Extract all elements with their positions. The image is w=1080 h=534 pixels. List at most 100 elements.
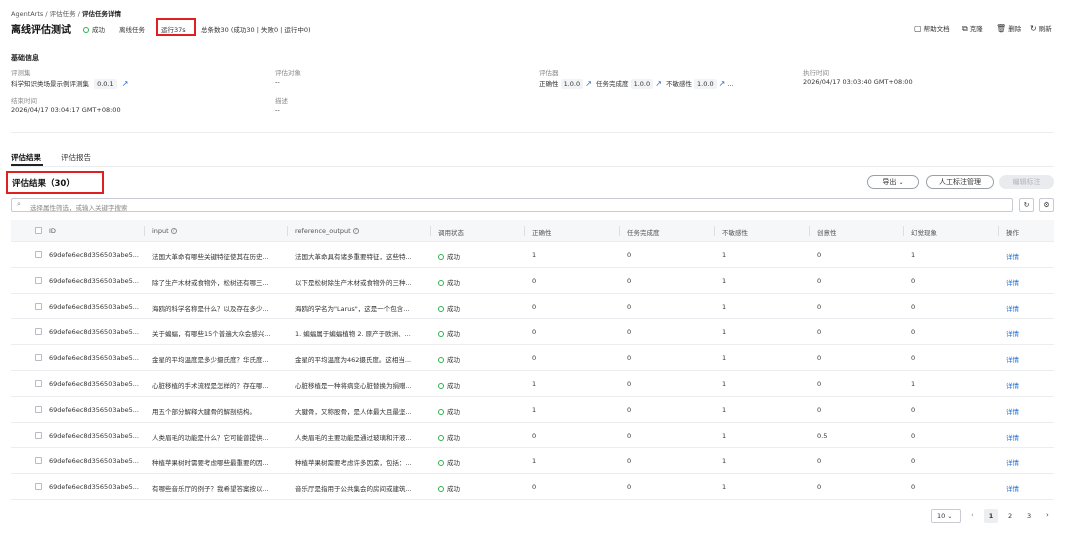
dataset-version-tag: 0.0.1 <box>94 79 117 89</box>
export-button[interactable]: 导出 ⌄ <box>867 175 919 189</box>
column-header: input? <box>152 227 177 235</box>
column-header-label: 任务完成度 <box>627 229 660 237</box>
row-reference-output: 种植苹果树需要考虑许多因素，包括：... <box>295 459 412 468</box>
tabs-divider <box>11 166 1054 167</box>
status-badge: 成功 <box>83 24 105 34</box>
row-score: 1 <box>722 457 727 466</box>
column-separator <box>903 226 904 236</box>
desc-value: -- <box>275 106 280 114</box>
external-link-icon[interactable]: ↗ <box>585 80 592 88</box>
refresh-button[interactable]: ↻ 刷新 <box>1030 23 1052 34</box>
page-size-select[interactable]: 10 ⌄ <box>931 509 961 523</box>
row-call-status: 成功 <box>438 251 460 261</box>
row-score: 0 <box>532 354 537 363</box>
row-detail-link[interactable]: 详情 <box>1006 406 1019 416</box>
row-detail-link[interactable]: 详情 <box>1006 354 1019 364</box>
row-score: 0 <box>911 483 916 492</box>
desc-label: 描述 <box>275 97 288 105</box>
tab-eval-results[interactable]: 评估结果 <box>11 152 41 163</box>
row-detail-link[interactable]: 详情 <box>1006 483 1019 493</box>
row-score: 0 <box>627 354 632 363</box>
external-link-icon[interactable]: ↗ <box>655 80 662 88</box>
column-header: 不敏感性 <box>722 227 748 237</box>
column-separator <box>998 226 999 236</box>
breadcrumb-item-eval-tasks[interactable]: 评估任务 <box>50 10 76 18</box>
table-refresh-button[interactable]: ↻ <box>1019 198 1034 212</box>
row-score: 0 <box>817 483 822 492</box>
row-checkbox[interactable] <box>35 380 42 387</box>
table-header: ID input? reference_output? 调用状态 正确性 任务完成度 不敏感… <box>11 220 1054 242</box>
help-icon[interactable]: ? <box>352 228 359 234</box>
row-score: 1 <box>722 405 727 414</box>
row-input: 用五个部分解释大腱骨的解剖结构。 <box>152 407 256 416</box>
external-link-icon[interactable]: ↗ <box>122 80 129 88</box>
row-call-status: 成功 <box>438 354 460 364</box>
annotation-manage-button[interactable]: 人工标注管理 <box>926 175 994 189</box>
row-checkbox[interactable] <box>35 457 42 465</box>
row-detail-link[interactable]: 详情 <box>1006 457 1019 467</box>
table-row: 69defe6ec8d356503abe5... 种植苹果树时需要考虑哪些最重要的… <box>11 448 1054 475</box>
column-header-label: 操作 <box>1006 229 1019 237</box>
row-score: 0 <box>817 302 822 311</box>
row-checkbox[interactable] <box>35 328 42 336</box>
row-score: 0 <box>817 405 822 414</box>
column-header-label: reference_output <box>295 227 351 235</box>
row-call-status: 成功 <box>438 483 460 493</box>
search-input[interactable]: ⌕ 选择属性筛选，或输入关键字搜索 <box>11 198 1013 212</box>
row-id: 69defe6ec8d356503abe5... <box>49 354 139 363</box>
select-all-checkbox[interactable] <box>35 227 42 234</box>
row-detail-link[interactable]: 详情 <box>1006 251 1019 261</box>
row-input: 种植苹果树时需要考虑哪些最重要的因... <box>152 459 269 468</box>
row-score: 0 <box>627 380 632 388</box>
row-checkbox[interactable] <box>35 302 42 310</box>
chevron-right-icon: › <box>1046 511 1049 519</box>
page-3-button[interactable]: 3 <box>1027 512 1031 520</box>
row-checkbox[interactable] <box>35 276 42 284</box>
breadcrumb-item-agentarts[interactable]: AgentArts <box>11 10 43 18</box>
edit-annotation-button[interactable]: 编辑标注 <box>999 175 1054 189</box>
tab-eval-report[interactable]: 评估报告 <box>61 152 91 163</box>
delete-button[interactable]: 🗑 删除 <box>996 23 1021 34</box>
row-checkbox[interactable] <box>35 405 42 413</box>
column-header: 调用状态 <box>438 227 464 237</box>
status-label: 成功 <box>447 382 460 390</box>
row-id: 69defe6ec8d356503abe5... <box>49 302 139 311</box>
row-detail-link[interactable]: 详情 <box>1006 380 1019 390</box>
row-call-status: 成功 <box>438 303 460 313</box>
evaluator-version-tag: 1.0.0 <box>560 79 584 89</box>
next-page-button[interactable]: › <box>1046 511 1049 519</box>
row-checkbox[interactable] <box>35 354 42 362</box>
summary-label: 总条数30 (成功30 | 失败0 | 运行中0) <box>201 26 311 34</box>
evaluator-name: 任务完成度 <box>595 80 629 88</box>
page-2-button[interactable]: 2 <box>1008 512 1012 520</box>
help-doc-button[interactable]: ▢ 帮助文档 <box>914 23 950 34</box>
clone-button[interactable]: ⧉ 克隆 <box>962 23 983 34</box>
exec-time-value: 2026/04/17 03:03:40 GMT+08:00 <box>803 78 913 86</box>
external-link-icon[interactable]: ↗ <box>719 80 726 88</box>
row-detail-link[interactable]: 详情 <box>1006 432 1019 442</box>
row-detail-link[interactable]: 详情 <box>1006 277 1019 287</box>
target-label: 评估对象 <box>275 69 301 77</box>
row-score: 0 <box>627 483 632 492</box>
row-score: 0 <box>627 328 632 337</box>
row-score: 1 <box>722 251 727 259</box>
column-header: 任务完成度 <box>627 227 660 237</box>
row-detail-link[interactable]: 详情 <box>1006 303 1019 313</box>
page-1-button[interactable]: 1 <box>984 509 998 523</box>
help-icon[interactable]: ? <box>170 228 177 234</box>
row-input: 海鸥的科学名称是什么？以及存在多少... <box>152 304 269 313</box>
row-checkbox[interactable] <box>35 251 42 258</box>
row-checkbox[interactable] <box>35 431 42 439</box>
row-score: 1 <box>722 302 727 311</box>
row-score: 0 <box>627 431 632 440</box>
row-checkbox[interactable] <box>35 483 42 491</box>
evaluators-more[interactable]: ... <box>727 80 733 88</box>
prev-page-button[interactable]: ‹ <box>971 511 974 519</box>
row-score: 0 <box>627 251 632 259</box>
row-input: 心脏移植的手术流程是怎样的？存在哪... <box>152 382 269 390</box>
row-detail-link[interactable]: 详情 <box>1006 328 1019 338</box>
table-settings-button[interactable]: ⚙ <box>1039 198 1054 212</box>
row-input: 有哪些音乐厅的例子？我希望答案按以... <box>152 485 269 494</box>
column-separator <box>619 226 620 236</box>
row-call-status: 成功 <box>438 406 460 416</box>
